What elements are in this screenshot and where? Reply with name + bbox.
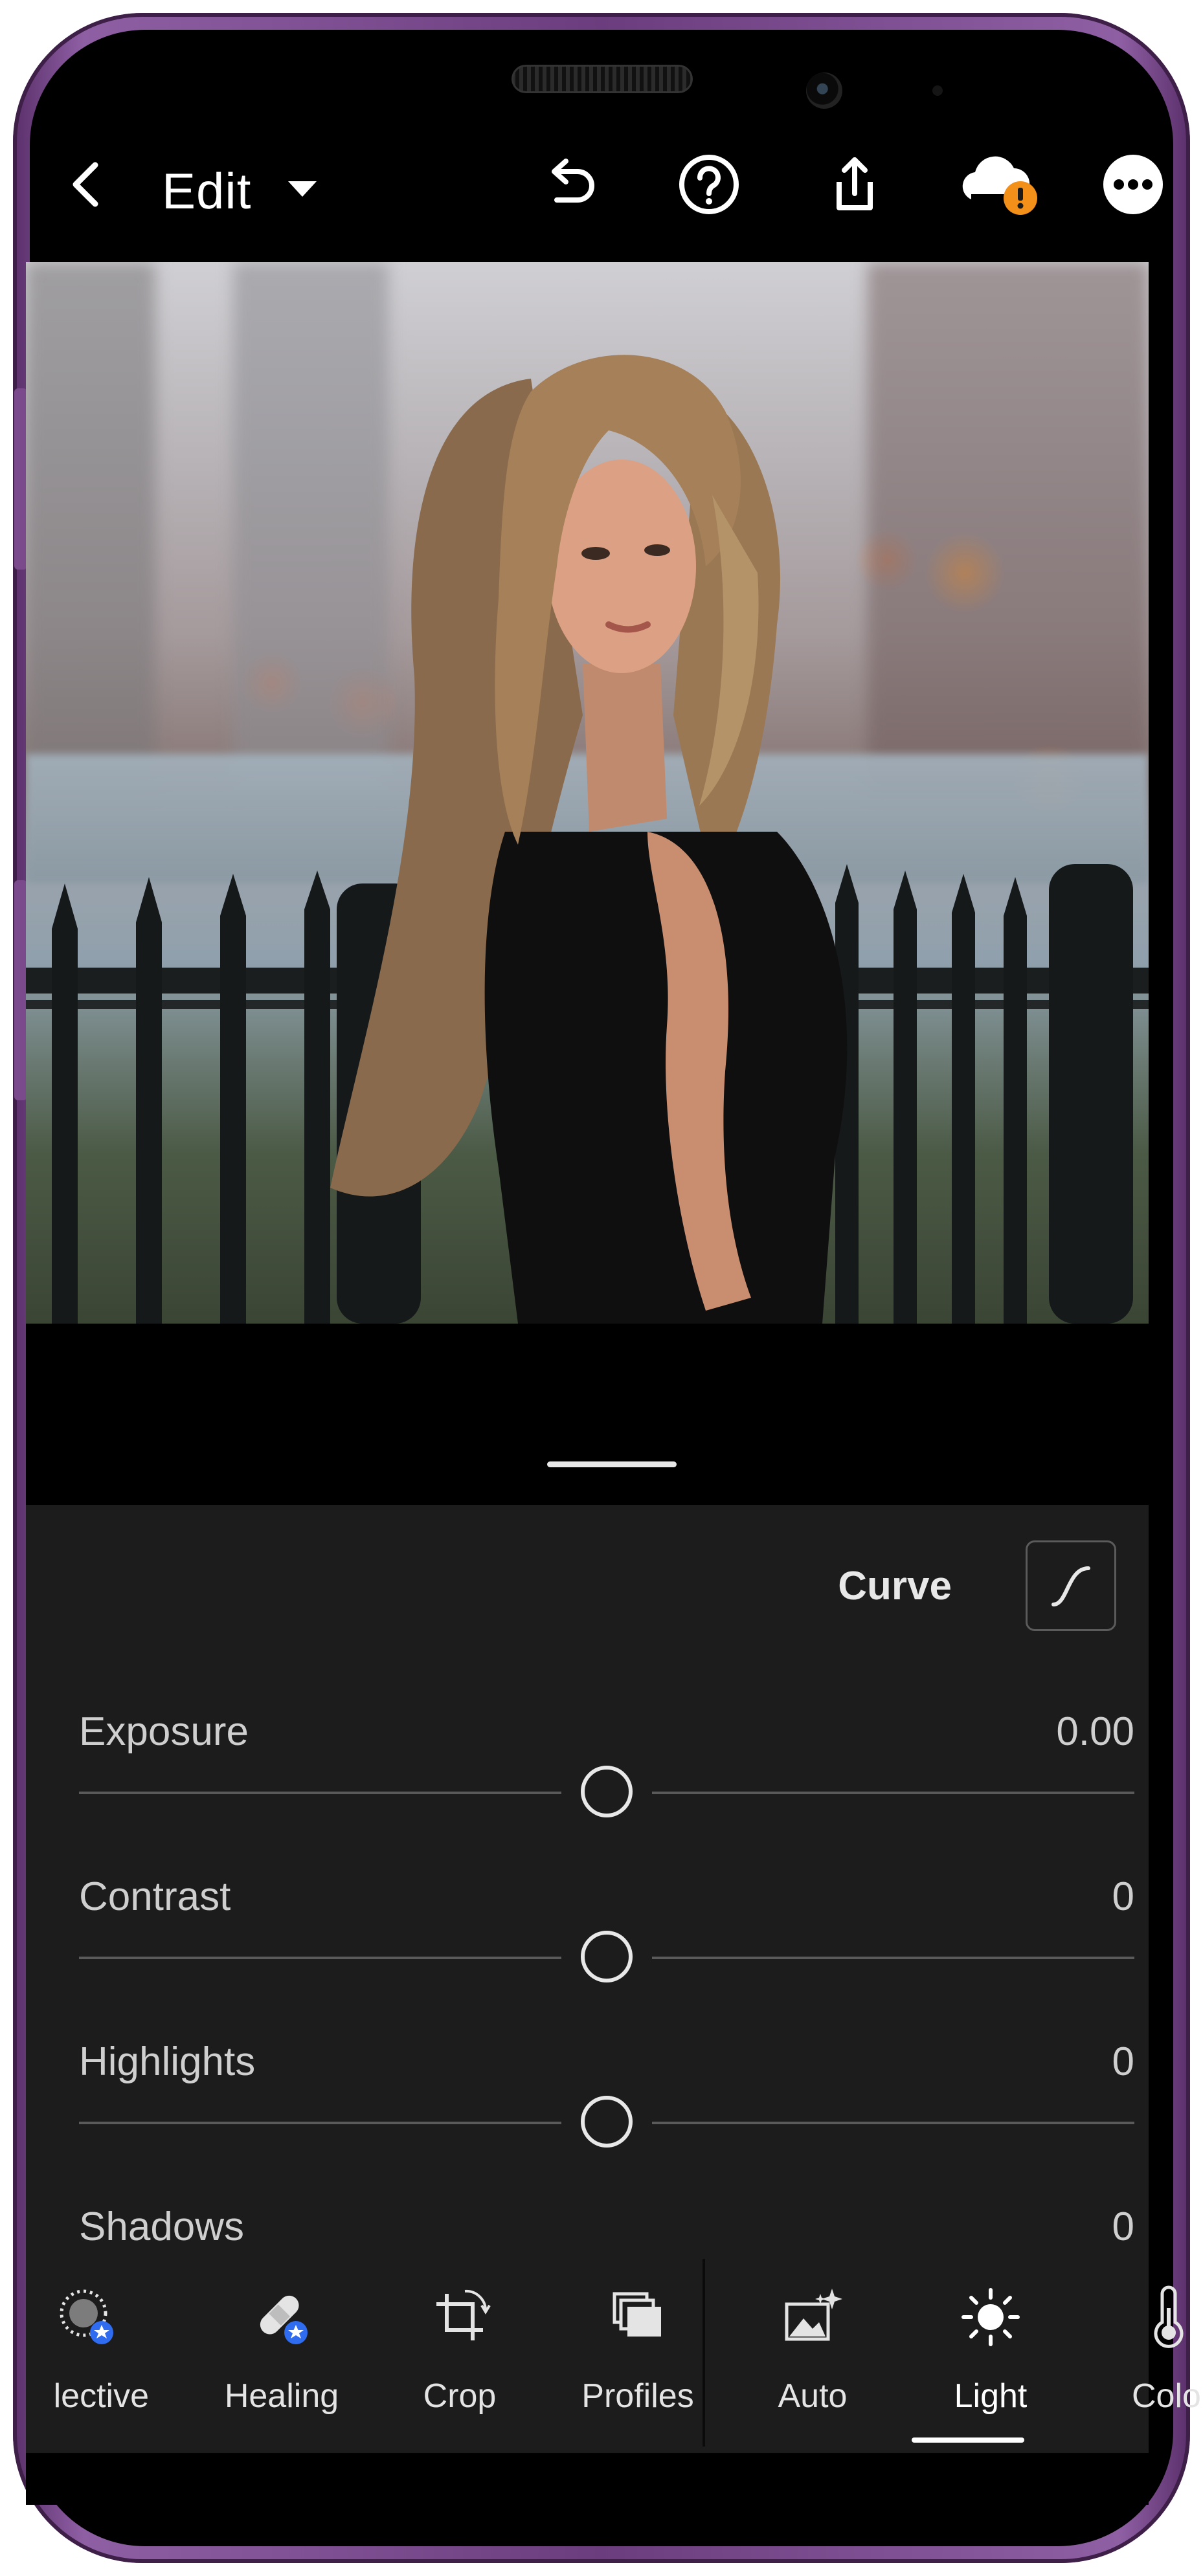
slider-track[interactable] (652, 2122, 1134, 2124)
highlights-slider[interactable]: Highlights 0 (79, 2039, 1134, 2148)
exposure-label: Exposure (79, 1709, 249, 1754)
front-camera (806, 72, 842, 109)
curve-label[interactable]: Curve (838, 1563, 952, 1609)
slider-track[interactable] (79, 1792, 561, 1794)
toolbar-divider (703, 2259, 705, 2447)
tool-color[interactable]: Color (1088, 2285, 1203, 2427)
curve-button[interactable] (1026, 1540, 1116, 1631)
slider-track[interactable] (652, 1792, 1134, 1794)
shadows-label: Shadows (79, 2204, 245, 2249)
exposure-value: 0.00 (1056, 1709, 1134, 1754)
contrast-value: 0 (1112, 1874, 1134, 1919)
slider-track[interactable] (79, 1957, 561, 1959)
cloud-warning-icon[interactable] (952, 149, 1049, 220)
tool-label: Profiles (581, 2377, 694, 2415)
highlights-value: 0 (1112, 2039, 1134, 2084)
shadows-value: 0 (1112, 2204, 1134, 2249)
photo-preview[interactable] (26, 262, 1149, 1324)
selective-icon (60, 2289, 113, 2344)
volume-down-button (14, 880, 27, 1100)
tool-label: Crop (423, 2377, 497, 2415)
thermometer-icon (1154, 2285, 1184, 2348)
proximity-sensor (932, 85, 943, 96)
contrast-label: Contrast (79, 1874, 231, 1919)
tool-label: Light (954, 2377, 1028, 2415)
tool-light[interactable]: Light (910, 2285, 1072, 2427)
edit-toolbar: lective Healing Crop Profiles Auto Light… (26, 2259, 1203, 2453)
auto-image-icon (785, 2289, 842, 2341)
tool-healing[interactable]: Healing (201, 2285, 363, 2427)
exposure-slider[interactable]: Exposure 0.00 (79, 1709, 1134, 1817)
tool-crop[interactable]: Crop (379, 2285, 541, 2427)
tool-label: Auto (778, 2377, 848, 2415)
more-icon[interactable] (1097, 149, 1169, 220)
volume-up-button (14, 388, 27, 570)
panel-drag-handle[interactable] (547, 1461, 677, 1467)
caret-down-icon[interactable] (288, 181, 317, 197)
help-icon[interactable] (673, 149, 745, 220)
slider-track[interactable] (79, 2122, 561, 2124)
photo-subject-illustration (26, 355, 1149, 1324)
screen-bottom-edge (26, 2453, 1149, 2505)
tool-label: Healing (224, 2377, 339, 2415)
slider-thumb[interactable] (581, 1766, 633, 1817)
slider-thumb[interactable] (581, 1931, 633, 1982)
photo-letterbox (26, 1324, 1149, 1505)
sun-icon (961, 2288, 1020, 2346)
back-chevron-icon[interactable] (52, 149, 123, 220)
slider-thumb[interactable] (581, 2096, 633, 2148)
slider-track[interactable] (652, 1957, 1134, 1959)
tool-profiles[interactable]: Profiles (557, 2285, 719, 2427)
healing-bandage-icon (260, 2295, 308, 2344)
profiles-icon (613, 2292, 661, 2337)
highlights-label: Highlights (79, 2039, 256, 2084)
tool-selective[interactable]: lective (6, 2285, 168, 2427)
undo-icon[interactable] (534, 149, 605, 220)
tool-auto[interactable]: Auto (732, 2285, 894, 2427)
active-tool-indicator (912, 2437, 1024, 2443)
speaker-grille (512, 65, 693, 93)
share-icon[interactable] (819, 149, 890, 220)
crop-icon (436, 2289, 491, 2340)
top-bar: Edit (0, 129, 1203, 272)
contrast-slider[interactable]: Contrast 0 (79, 1874, 1134, 1982)
tone-curve-icon (1051, 1566, 1090, 1606)
tool-label: Color (1132, 2377, 1203, 2415)
edit-menu-title[interactable]: Edit (162, 162, 251, 221)
tool-label: lective (53, 2377, 149, 2415)
